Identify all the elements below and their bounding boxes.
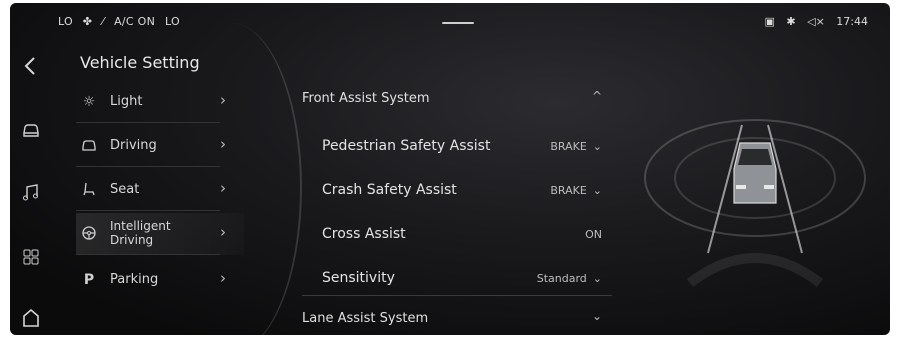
setting-value[interactable]: ON (585, 228, 602, 241)
home-icon[interactable] (20, 307, 42, 329)
menu-item-label: Light (110, 94, 143, 109)
back-icon[interactable] (20, 55, 42, 77)
setting-value: BRAKE (550, 140, 587, 153)
nav-rail (10, 43, 52, 335)
setting-row-crash-safety[interactable]: Crash Safety Assist BRAKE ⌄ (302, 171, 612, 211)
chevron-down-icon: ⌄ (592, 140, 602, 153)
divider (76, 122, 220, 123)
menu-item-light[interactable]: ☼ Light › (76, 81, 244, 123)
steering-wheel-icon (80, 225, 98, 243)
setting-value: Standard (536, 272, 587, 285)
menu-item-label: Intelligent Driving (110, 219, 171, 247)
car-icon[interactable] (20, 119, 42, 141)
right-temp[interactable]: LO (165, 15, 180, 28)
music-icon[interactable] (20, 182, 42, 204)
setting-row-pedestrian-safety[interactable]: Pedestrian Safety Assist BRAKE ⌄ (302, 127, 612, 167)
page-title: Vehicle Setting (80, 53, 200, 72)
chevron-down-icon: ⌄ (591, 309, 602, 323)
setting-label: Cross Assist (322, 226, 406, 242)
car-sensor-visualization (630, 73, 880, 323)
menu-item-driving[interactable]: Driving › (76, 125, 244, 167)
chevron-up-icon: ^ (591, 89, 602, 103)
menu-item-label: Seat (110, 182, 140, 197)
bluetooth-icon: ✱ (786, 15, 796, 28)
fan-icon[interactable]: ✤ (83, 15, 93, 28)
setting-row-sensitivity[interactable]: Sensitivity Standard ⌄ (302, 259, 612, 299)
ac-status[interactable]: A/C ON (114, 15, 155, 28)
pull-down-handle[interactable] (442, 22, 474, 24)
sun-icon: ☼ (82, 94, 96, 110)
chevron-right-icon: › (220, 179, 226, 197)
chevron-right-icon: › (220, 135, 226, 153)
ac-icon: ⁄ (102, 15, 105, 28)
clock: 17:44 (836, 15, 868, 28)
section-front-assist[interactable]: Front Assist System ^ (302, 81, 612, 117)
mute-icon: ◁× (807, 15, 825, 28)
divider (76, 210, 220, 211)
divider (76, 166, 220, 167)
divider (76, 254, 220, 255)
chevron-down-icon: ⌄ (592, 184, 602, 197)
section-title: Lane Assist System (302, 311, 429, 326)
section-title: Front Assist System (302, 91, 430, 106)
seat-icon (80, 181, 98, 199)
setting-label: Sensitivity (322, 270, 395, 286)
menu-item-label: Driving (110, 138, 157, 153)
chevron-right-icon: › (220, 269, 226, 287)
phone-icon: ▣ (764, 15, 775, 28)
menu-item-label: Parking (110, 272, 159, 287)
setting-value: BRAKE (550, 184, 587, 197)
menu-item-intelligent-driving[interactable]: Intelligent Driving › (76, 213, 244, 255)
setting-label: Pedestrian Safety Assist (322, 138, 491, 154)
chevron-right-icon: › (220, 223, 226, 241)
setting-label: Crash Safety Assist (322, 182, 457, 198)
status-bar: LO ✤ ⁄ A/C ON LO ▣ ✱ ◁× 17:44 (10, 3, 890, 43)
menu-item-parking[interactable]: P Parking › (76, 259, 244, 301)
parking-icon: P (83, 272, 95, 288)
car-front-icon (80, 137, 98, 155)
apps-icon[interactable] (20, 246, 42, 268)
section-lane-assist[interactable]: Lane Assist System ⌄ (302, 301, 612, 335)
menu-item-seat[interactable]: Seat › (76, 169, 244, 211)
left-temp[interactable]: LO (58, 15, 73, 28)
vehicle-setting-screen: LO ✤ ⁄ A/C ON LO ▣ ✱ ◁× 17:44 Vehicle Se… (10, 3, 890, 335)
chevron-right-icon: › (220, 91, 226, 109)
divider (302, 295, 612, 296)
chevron-down-icon: ⌄ (592, 272, 602, 285)
setting-row-cross-assist[interactable]: Cross Assist ON (302, 215, 612, 255)
